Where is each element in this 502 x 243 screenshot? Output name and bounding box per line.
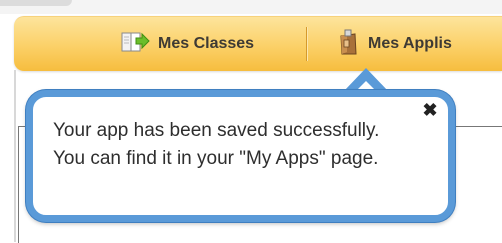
close-icon[interactable]: ✖ bbox=[422, 101, 438, 119]
nav-divider bbox=[306, 27, 307, 61]
popover-message: Your app has been saved successfully. Yo… bbox=[53, 120, 380, 169]
nav-mes-classes-label: Mes Classes bbox=[158, 35, 255, 52]
nav-mes-classes[interactable]: Mes Classes bbox=[120, 17, 254, 71]
top-navbar: Mes Classes Mes Applis bbox=[14, 16, 502, 71]
nav-mes-applis[interactable]: Mes Applis bbox=[336, 17, 452, 71]
left-rail bbox=[14, 70, 16, 242]
save-confirmation-popover: ✖ Your app has been saved successfully. … bbox=[26, 90, 455, 222]
book-arrow-icon bbox=[120, 29, 150, 60]
top-strip bbox=[0, 0, 502, 14]
bag-icon bbox=[336, 28, 360, 61]
tab-shadow bbox=[0, 0, 72, 6]
nav-mes-applis-label: Mes Applis bbox=[368, 35, 452, 52]
